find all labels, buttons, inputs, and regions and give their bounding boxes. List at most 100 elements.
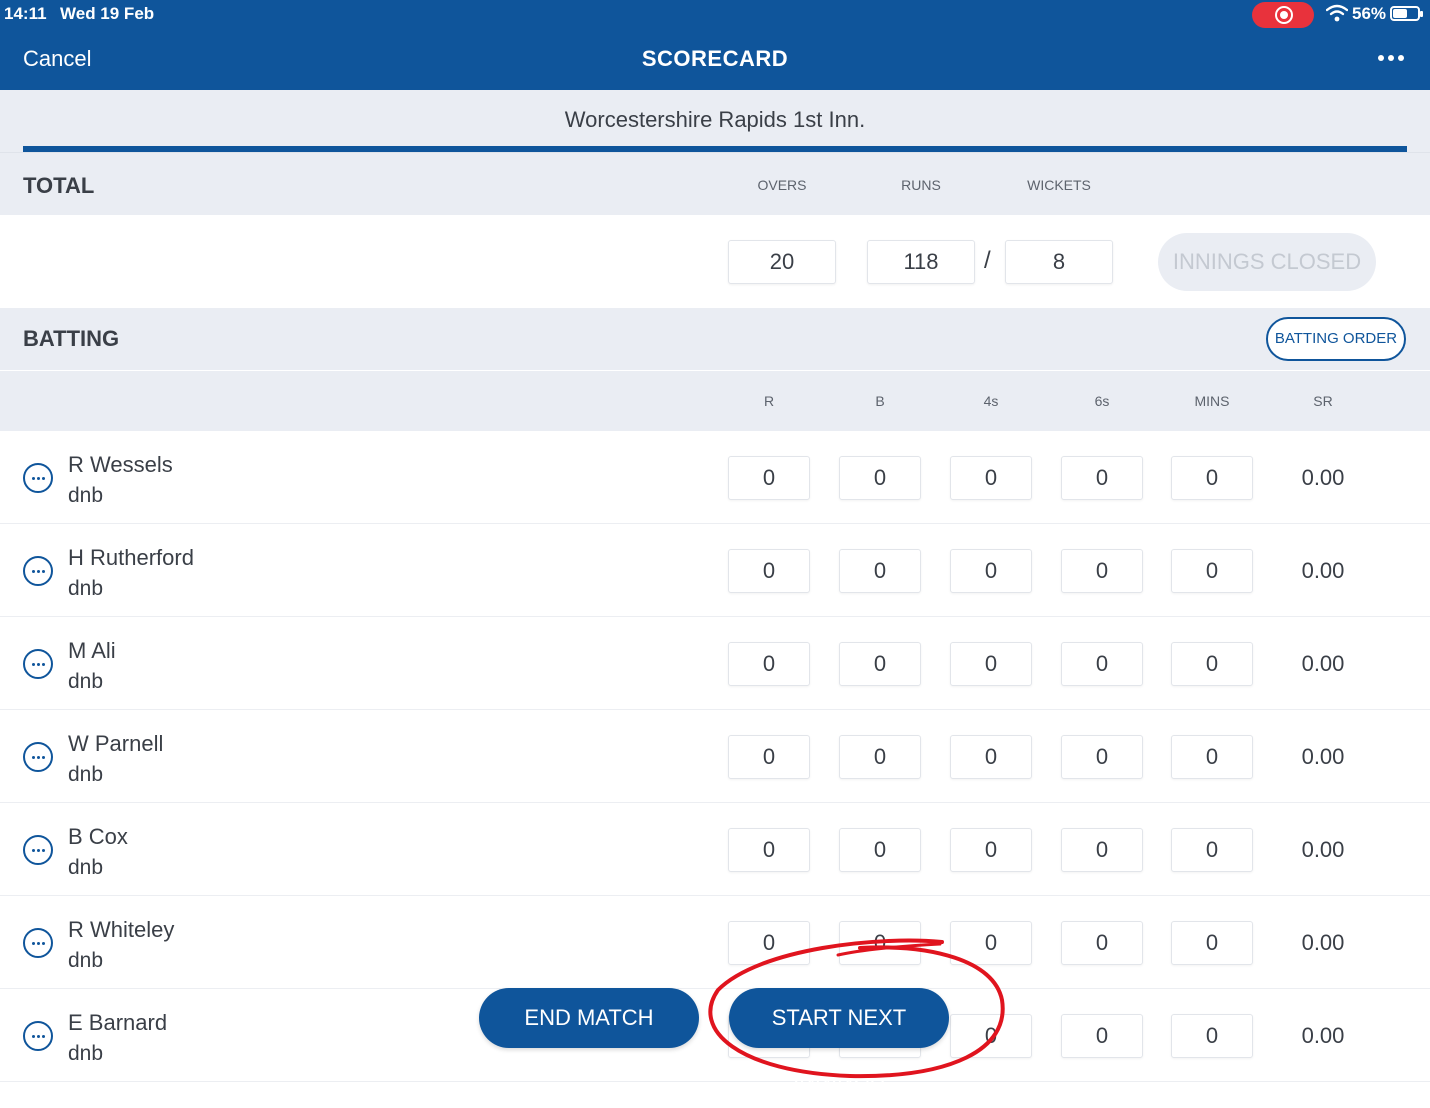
batter-row: B Cox dnb 0 0 0 0 0 0.00 — [0, 804, 1430, 896]
fours-input[interactable]: 0 — [950, 828, 1032, 872]
runs-input[interactable]: 0 — [728, 456, 810, 500]
sixes-header: 6s — [1094, 393, 1110, 409]
minutes-input[interactable]: 0 — [1171, 921, 1253, 965]
total-row: 20 118 / 8 INNINGS CLOSED — [0, 215, 1430, 308]
total-section-header: TOTAL OVERS RUNS WICKETS — [0, 152, 1430, 215]
minutes-input[interactable]: 0 — [1171, 828, 1253, 872]
batter-row: M Ali dnb 0 0 0 0 0 0.00 — [0, 618, 1430, 710]
innings-label: Worcestershire Rapids 1st Inn. — [564, 107, 866, 132]
batter-status: dnb — [68, 670, 104, 693]
batter-status: dnb — [68, 1042, 104, 1065]
minutes-input[interactable]: 0 — [1171, 549, 1253, 593]
minutes-header: MINS — [1194, 393, 1230, 409]
batting-section-header: BATTING BATTING ORDER — [0, 308, 1430, 370]
batter-options-icon[interactable] — [23, 463, 53, 493]
runs-input[interactable]: 0 — [728, 642, 810, 686]
sixes-input[interactable]: 0 — [1061, 921, 1143, 965]
batter-name: W Parnell — [68, 731, 164, 756]
fours-input[interactable]: 0 — [950, 549, 1032, 593]
batter-options-icon[interactable] — [23, 649, 53, 679]
fours-input[interactable]: 0 — [950, 642, 1032, 686]
runs-input[interactable]: 0 — [728, 828, 810, 872]
strike-rate: 0.00 — [1301, 744, 1345, 769]
screen-record-icon[interactable] — [1252, 2, 1314, 28]
batter-options-icon[interactable] — [23, 556, 53, 586]
batter-status: dnb — [68, 856, 104, 879]
runs-wickets-separator: / — [984, 247, 991, 274]
start-next-innings-button[interactable]: START NEXT INNINGS — [729, 988, 949, 1090]
fours-input[interactable]: 0 — [950, 735, 1032, 779]
status-time: 14:11 — [4, 4, 47, 23]
total-title: TOTAL — [23, 173, 95, 198]
balls-input[interactable]: 0 — [839, 921, 921, 965]
battery-percent: 56% — [1352, 4, 1387, 23]
batter-options-icon[interactable] — [23, 1021, 53, 1051]
fours-header: 4s — [983, 393, 999, 409]
batter-status: dnb — [68, 577, 104, 600]
sixes-input[interactable]: 0 — [1061, 828, 1143, 872]
batter-name: E Barnard — [68, 1010, 168, 1035]
batter-name: R Wessels — [68, 452, 173, 477]
wickets-column-header: WICKETS — [1027, 177, 1091, 193]
runs-column-header: RUNS — [901, 177, 941, 193]
batter-options-icon[interactable] — [23, 928, 53, 958]
batter-name: H Rutherford — [68, 545, 194, 570]
innings-tab[interactable]: Worcestershire Rapids 1st Inn. — [0, 90, 1430, 152]
balls-header: B — [875, 393, 885, 409]
fours-input[interactable]: 0 — [950, 456, 1032, 500]
minutes-input[interactable]: 0 — [1171, 735, 1253, 779]
runs-input[interactable]: 118 — [867, 240, 975, 284]
balls-input[interactable]: 0 — [839, 456, 921, 500]
batter-status: dnb — [68, 484, 104, 507]
status-date: Wed 19 Feb — [60, 4, 155, 23]
top-bar: 14:11 Wed 19 Feb 56% Cancel SCORECARD — [0, 0, 1430, 90]
innings-closed-button[interactable]: INNINGS CLOSED — [1158, 233, 1376, 291]
fours-input[interactable]: 0 — [950, 1014, 1032, 1058]
wickets-input[interactable]: 8 — [1005, 240, 1113, 284]
end-match-button[interactable]: END MATCH — [479, 988, 699, 1048]
minutes-input[interactable]: 0 — [1171, 1014, 1253, 1058]
balls-input[interactable]: 0 — [839, 735, 921, 779]
balls-input[interactable]: 0 — [839, 642, 921, 686]
batter-name: R Whiteley — [68, 917, 175, 942]
strike-rate-header: SR — [1313, 393, 1333, 409]
batter-name: B Cox — [68, 824, 128, 849]
batter-row: R Whiteley dnb 0 0 0 0 0 0.00 — [0, 897, 1430, 989]
runs-header: R — [763, 393, 775, 409]
ellipsis-icon[interactable] — [1378, 55, 1406, 63]
sixes-input[interactable]: 0 — [1061, 1014, 1143, 1058]
runs-input[interactable]: 0 — [728, 921, 810, 965]
fours-input[interactable]: 0 — [950, 921, 1032, 965]
sixes-input[interactable]: 0 — [1061, 456, 1143, 500]
wifi-icon — [1326, 4, 1348, 22]
minutes-input[interactable]: 0 — [1171, 642, 1253, 686]
sixes-input[interactable]: 0 — [1061, 549, 1143, 593]
strike-rate: 0.00 — [1301, 930, 1345, 955]
sixes-input[interactable]: 0 — [1061, 642, 1143, 686]
sixes-input[interactable]: 0 — [1061, 735, 1143, 779]
strike-rate: 0.00 — [1301, 558, 1345, 583]
strike-rate: 0.00 — [1301, 1023, 1345, 1048]
batter-status: dnb — [68, 763, 104, 786]
page-title: SCORECARD — [641, 46, 789, 71]
batting-title: BATTING — [23, 326, 120, 351]
strike-rate: 0.00 — [1301, 837, 1345, 862]
runs-input[interactable]: 0 — [728, 549, 810, 593]
batter-row: R Wessels dnb 0 0 0 0 0 0.00 — [0, 432, 1430, 524]
strike-rate: 0.00 — [1301, 651, 1345, 676]
batting-order-button[interactable]: BATTING ORDER — [1266, 317, 1406, 361]
batting-column-headers: R B 4s 6s MINS SR — [0, 371, 1430, 431]
minutes-input[interactable]: 0 — [1171, 456, 1253, 500]
batter-row: E Barnard dnb 0 0 0 0 0 0.00 — [0, 990, 1430, 1082]
batter-status: dnb — [68, 949, 104, 972]
batter-options-icon[interactable] — [23, 742, 53, 772]
runs-input[interactable]: 0 — [728, 735, 810, 779]
batter-name: M Ali — [68, 638, 116, 663]
batter-row: W Parnell dnb 0 0 0 0 0 0.00 — [0, 711, 1430, 803]
overs-column-header: OVERS — [757, 177, 807, 193]
balls-input[interactable]: 0 — [839, 828, 921, 872]
overs-input[interactable]: 20 — [728, 240, 836, 284]
balls-input[interactable]: 0 — [839, 549, 921, 593]
batter-options-icon[interactable] — [23, 835, 53, 865]
battery-icon — [1390, 6, 1423, 21]
